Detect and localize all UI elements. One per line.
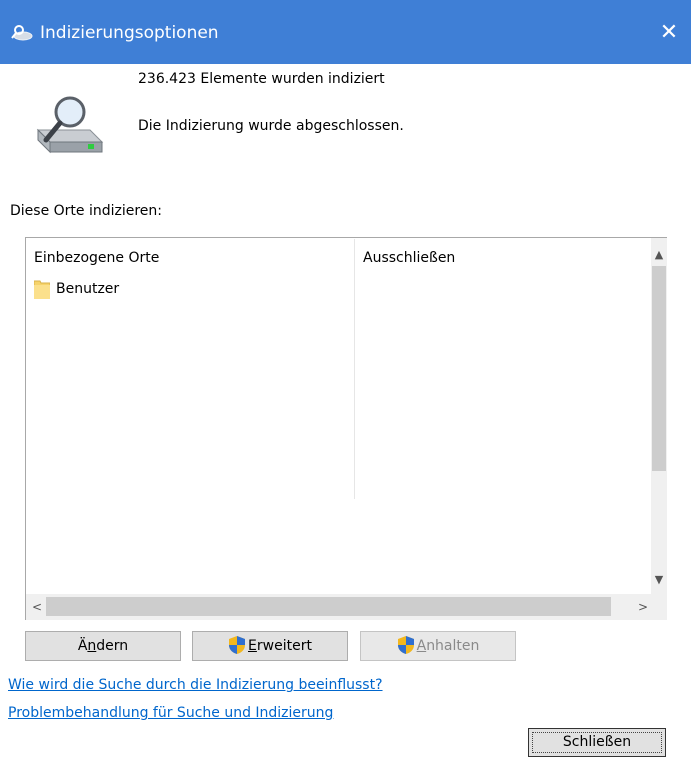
indexing-options-icon — [11, 25, 33, 41]
locations-list[interactable]: Einbezogene Orte Ausschließen Benutzer ▲… — [25, 237, 667, 620]
troubleshoot-link[interactable]: Problembehandlung für Suche und Indizier… — [8, 704, 333, 722]
scrollbar-corner — [651, 594, 667, 620]
close-button[interactable]: Schließen — [528, 728, 666, 757]
advanced-button[interactable]: Erweitert — [192, 631, 348, 661]
close-icon: ✕ — [659, 20, 679, 45]
scroll-down-button[interactable]: ▼ — [651, 571, 667, 589]
indexing-status-text: Die Indizierung wurde abgeschlossen. — [138, 118, 404, 134]
indexed-count-text: 236.423 Elemente wurden indiziert — [138, 71, 385, 87]
close-window-button[interactable]: ✕ — [651, 17, 687, 49]
vertical-scroll-thumb[interactable] — [652, 266, 666, 471]
pause-button[interactable]: Anhalten — [360, 631, 516, 661]
drive-magnifier-icon — [36, 96, 104, 154]
horizontal-scrollbar[interactable]: < > — [26, 594, 651, 620]
list-item[interactable]: Benutzer — [34, 278, 234, 300]
vertical-scrollbar[interactable]: ▲ ▼ — [651, 238, 667, 594]
column-separator[interactable] — [354, 239, 355, 499]
locations-label: Diese Orte indizieren: — [10, 203, 163, 219]
focus-rectangle — [532, 732, 662, 753]
horizontal-scroll-thumb[interactable] — [46, 597, 611, 616]
uac-shield-icon — [397, 636, 414, 654]
list-item-label: Benutzer — [56, 281, 120, 297]
scroll-up-button[interactable]: ▲ — [651, 246, 667, 264]
folder-icon — [34, 280, 50, 299]
change-label-suffix: dern — [96, 638, 129, 654]
change-button[interactable]: Ändern — [25, 631, 181, 661]
scroll-left-button[interactable]: < — [29, 598, 45, 616]
title-bar: Indizierungsoptionen ✕ — [0, 0, 691, 64]
pause-label-suffix: nhalten — [426, 638, 480, 654]
change-label-accelerator: n — [87, 638, 97, 654]
uac-shield-icon — [229, 636, 246, 654]
advanced-label-suffix: rweitert — [256, 638, 312, 654]
scroll-right-button[interactable]: > — [635, 598, 651, 616]
change-label-prefix: Ä — [77, 638, 88, 654]
advanced-label-accelerator: E — [248, 638, 257, 654]
window-title: Indizierungsoptionen — [40, 23, 219, 43]
pause-label-accelerator: A — [416, 638, 427, 654]
column-header-included-locations[interactable]: Einbezogene Orte — [34, 249, 159, 267]
indexing-effects-link[interactable]: Wie wird die Suche durch die Indizierung… — [8, 676, 383, 694]
column-header-exclude[interactable]: Ausschließen — [363, 249, 455, 267]
